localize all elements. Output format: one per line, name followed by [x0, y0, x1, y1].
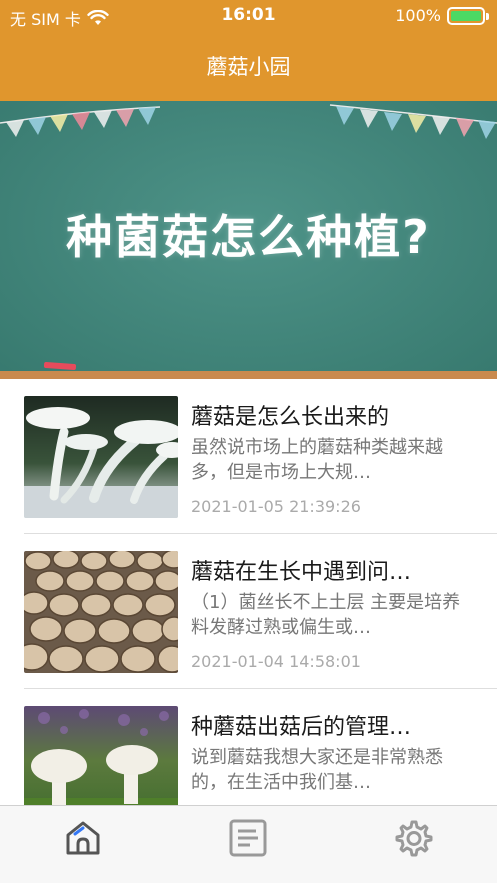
- list-item[interactable]: 蘑菇是怎么长出来的 虽然说市场上的蘑菇种类越来越多，但是市场上大规… 2021-…: [0, 379, 497, 534]
- list-item[interactable]: 蘑菇在生长中遇到问… （1）菌丝长不上土层 主要是培养料发酵过熟或偏生或… 20…: [0, 534, 497, 689]
- board-ledge: [0, 371, 497, 379]
- battery-icon: [447, 6, 489, 25]
- list-item[interactable]: 种蘑菇出菇后的管理… 说到蘑菇我想大家还是非常熟悉的，在生活中我们基…: [0, 689, 497, 805]
- mushroom-image: [24, 551, 178, 673]
- gear-icon: [395, 820, 433, 857]
- chalk-piece: [43, 361, 77, 371]
- tab-settings[interactable]: [393, 818, 433, 858]
- banner-headline: 种菌菇怎么种植?: [66, 210, 431, 264]
- article-title: 种蘑菇出菇后的管理…: [191, 715, 412, 740]
- tab-home[interactable]: [63, 818, 103, 858]
- article-date: 2021-01-04 14:58:01: [191, 652, 361, 671]
- home-icon: [66, 821, 100, 855]
- document-list-icon: [229, 819, 267, 857]
- bunting-flags: [0, 104, 497, 139]
- article-title: 蘑菇在生长中遇到问…: [191, 560, 412, 585]
- article-thumbnail: [24, 706, 178, 805]
- article-summary: 说到蘑菇我想大家还是非常熟悉的，在生活中我们基…: [191, 747, 443, 793]
- tab-bar: [0, 805, 497, 883]
- article-thumbnail: [24, 551, 178, 673]
- article-summary: 虽然说市场上的蘑菇种类越来越多，但是市场上大规…: [191, 437, 443, 483]
- page-title: 蘑菇小园: [206, 55, 291, 79]
- article-thumbnail: [24, 396, 178, 518]
- mushroom-image: [24, 407, 178, 518]
- status-bar: 无 SIM 卡 16:01 100%: [0, 0, 497, 32]
- battery-tip: [486, 12, 489, 20]
- tab-articles[interactable]: [228, 818, 268, 858]
- status-right: 100%: [395, 6, 489, 25]
- battery-fill: [451, 10, 481, 21]
- navigation-bar: 蘑菇小园: [0, 32, 497, 101]
- banner-image[interactable]: 种菌菇怎么种植?: [0, 101, 497, 379]
- mushroom-image: [24, 709, 178, 805]
- article-summary: （1）菌丝长不上土层 主要是培养料发酵过熟或偏生或…: [191, 592, 461, 638]
- battery-percent: 100%: [395, 6, 441, 25]
- article-list[interactable]: 蘑菇是怎么长出来的 虽然说市场上的蘑菇种类越来越多，但是市场上大规… 2021-…: [0, 379, 497, 805]
- article-date: 2021-01-05 21:39:26: [191, 497, 361, 516]
- article-title: 蘑菇是怎么长出来的: [191, 405, 390, 430]
